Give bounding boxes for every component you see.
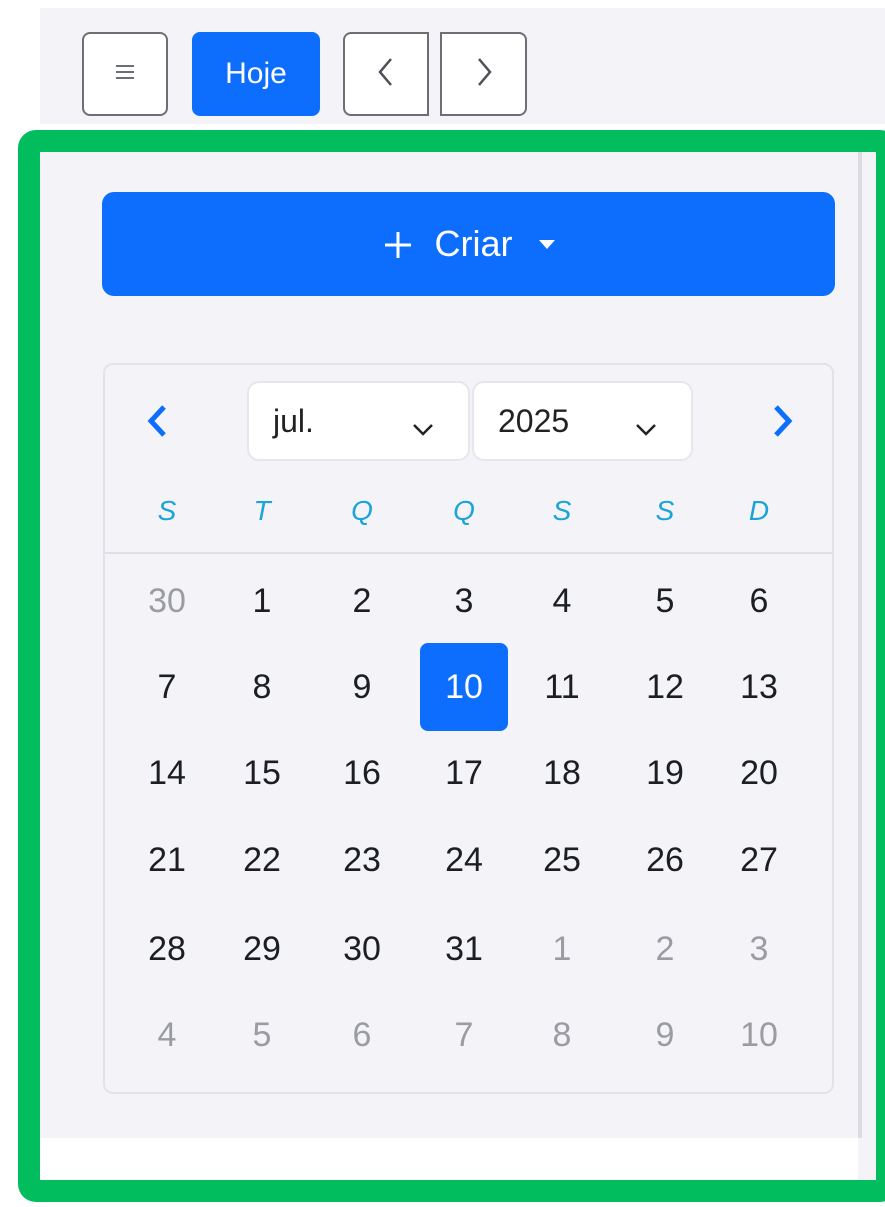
weekday-label: S	[552, 495, 572, 526]
calendar-day[interactable]: 11	[518, 643, 606, 731]
selected-day[interactable]: 10	[420, 643, 508, 731]
mini-calendar: jul. 2025 STQQSSD 30 1 2 3 4 5 6 7 8 9 10 11 12 13 14 1…	[103, 363, 834, 1094]
weekday-label: T	[253, 495, 271, 526]
calendar-day[interactable]: 6	[715, 557, 803, 645]
weekday-label: Q	[351, 495, 373, 526]
create-label: Criar	[434, 223, 513, 264]
sidebar-panel: Criar jul. 2025 S T Q Q S S D 30 1 2 3 4…	[18, 130, 885, 1202]
adjacent-month-day[interactable]: 2	[621, 905, 709, 993]
previous-month-button[interactable]	[127, 391, 187, 455]
adjacent-month-day[interactable]: 6	[318, 991, 406, 1079]
calendar-day[interactable]: 21	[123, 816, 211, 904]
calendar-day[interactable]: 31	[420, 905, 508, 993]
weekday-label: D	[748, 495, 770, 526]
create-button[interactable]: Criar	[102, 192, 835, 296]
calendar-day[interactable]: 27	[715, 816, 803, 904]
chevron-left-icon	[376, 55, 396, 94]
weekday-label: S	[157, 495, 177, 526]
calendar-day[interactable]: 29	[218, 905, 306, 993]
month-select-value: jul.	[273, 402, 314, 439]
calendar-day[interactable]: 3	[420, 557, 508, 645]
weekday-label: Q	[453, 495, 475, 526]
calendar-day[interactable]: 18	[518, 729, 606, 817]
adjacent-month-day[interactable]: 7	[420, 991, 508, 1079]
month-select[interactable]: jul.	[247, 381, 470, 461]
adjacent-month-day[interactable]: 9	[621, 991, 709, 1079]
calendar-day[interactable]: 13	[715, 643, 803, 731]
year-select[interactable]: 2025	[472, 381, 693, 461]
calendar-day[interactable]: 28	[123, 905, 211, 993]
sidebar-footer	[40, 1138, 858, 1180]
hamburger-icon	[113, 62, 137, 87]
today-button[interactable]: Hoje	[192, 32, 320, 116]
calendar-day[interactable]: 26	[621, 816, 709, 904]
adjacent-month-day[interactable]: 10	[715, 991, 803, 1079]
calendar-day[interactable]: 17	[420, 729, 508, 817]
calendar-day[interactable]: 14	[123, 729, 211, 817]
chevron-left-icon	[145, 403, 169, 444]
menu-button[interactable]	[82, 32, 168, 116]
adjacent-month-day[interactable]: 1	[518, 905, 606, 993]
adjacent-month-day[interactable]: 8	[518, 991, 606, 1079]
calendar-day[interactable]: 15	[218, 729, 306, 817]
calendar-day[interactable]: 25	[518, 816, 606, 904]
previous-period-button[interactable]	[343, 32, 429, 116]
calendar-day[interactable]: 4	[518, 557, 606, 645]
calendar-day[interactable]: 8	[218, 643, 306, 731]
chevron-right-icon	[771, 403, 795, 444]
next-period-button[interactable]	[440, 32, 527, 116]
calendar-day[interactable]: 24	[420, 816, 508, 904]
weekday-label: S	[655, 495, 675, 526]
calendar-day[interactable]: 30	[318, 905, 406, 993]
calendar-day[interactable]: 1	[218, 557, 306, 645]
caret-down-icon	[538, 239, 555, 249]
chevron-down-icon	[635, 409, 657, 446]
next-month-button[interactable]	[753, 391, 813, 455]
plus-icon	[383, 221, 413, 267]
calendar-day[interactable]: 23	[318, 816, 406, 904]
calendar-day[interactable]: 5	[621, 557, 709, 645]
sidebar-divider	[858, 152, 862, 1138]
calendar-divider	[105, 552, 832, 554]
calendar-day[interactable]: 20	[715, 729, 803, 817]
chevron-down-icon	[412, 409, 434, 446]
calendar-day[interactable]: 9	[318, 643, 406, 731]
adjacent-month-day[interactable]: 4	[123, 991, 211, 1079]
calendar-day[interactable]: 2	[318, 557, 406, 645]
adjacent-month-day[interactable]: 5	[218, 991, 306, 1079]
year-select-value: 2025	[498, 402, 570, 439]
adjacent-month-day[interactable]: 3	[715, 905, 803, 993]
calendar-day[interactable]: 7	[123, 643, 211, 731]
today-label: Hoje	[225, 57, 287, 90]
calendar-day[interactable]: 19	[621, 729, 709, 817]
adjacent-month-day[interactable]: 30	[123, 557, 211, 645]
chevron-right-icon	[474, 55, 494, 94]
calendar-day[interactable]: 16	[318, 729, 406, 817]
calendar-day[interactable]: 12	[621, 643, 709, 731]
calendar-day[interactable]: 22	[218, 816, 306, 904]
